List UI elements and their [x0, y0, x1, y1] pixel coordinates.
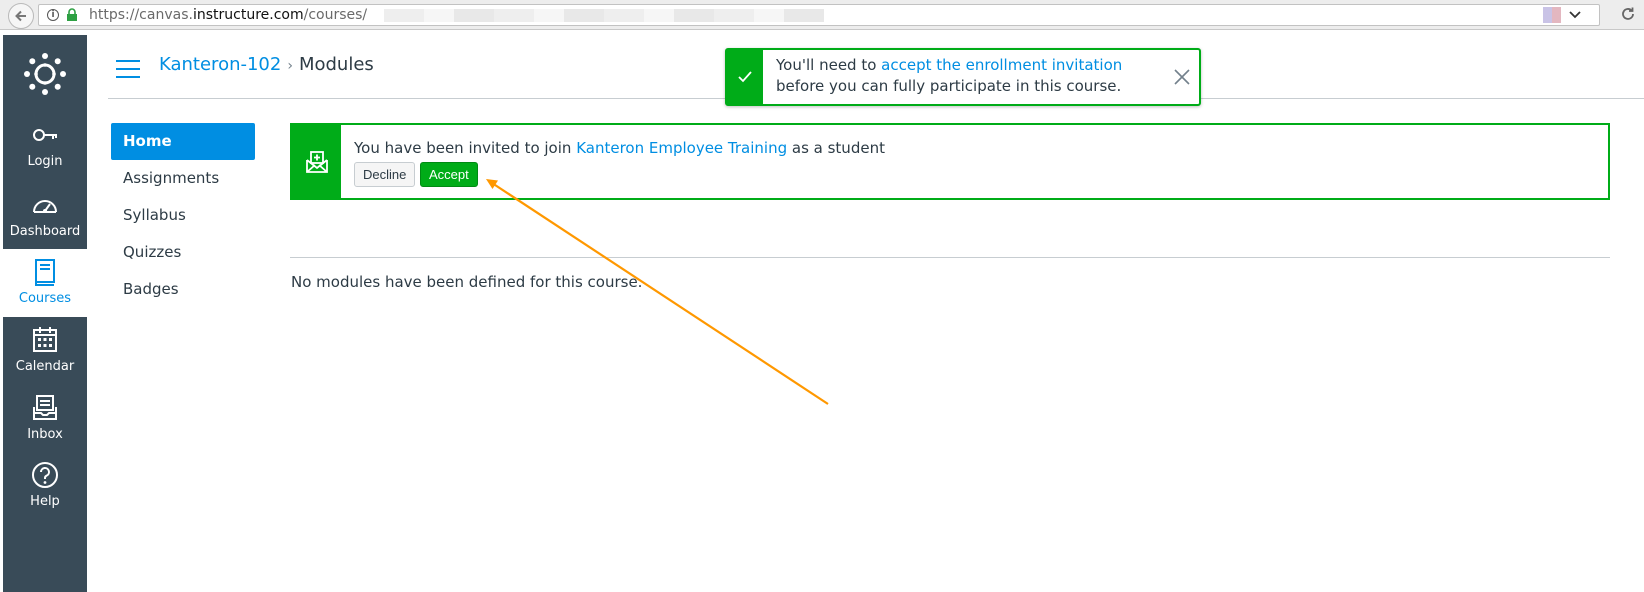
breadcrumb-separator: › — [287, 58, 293, 74]
breadcrumb: Kanteron-102 › Modules — [159, 54, 374, 75]
decline-button[interactable]: Decline — [354, 162, 416, 187]
course-navigation: Home Assignments Syllabus Quizzes Badges — [111, 123, 255, 308]
global-nav-login[interactable]: Login — [3, 112, 87, 180]
url-text: https://canvas.instructure.com/courses/ — [89, 7, 368, 23]
course-nav-assignments[interactable]: Assignments — [111, 160, 255, 197]
info-icon[interactable]: i — [47, 9, 59, 21]
global-nav-calendar[interactable]: Calendar — [3, 317, 87, 385]
global-nav-inbox[interactable]: Inbox — [3, 385, 87, 453]
back-arrow-icon — [15, 10, 26, 22]
global-nav-label: Login — [27, 154, 63, 169]
breadcrumb-current: Modules — [298, 54, 374, 75]
inbox-icon — [33, 395, 57, 420]
breadcrumb-course-link[interactable]: Kanteron-102 — [159, 54, 281, 75]
url-redacted — [384, 9, 824, 22]
modules-divider — [290, 257, 1610, 258]
envelope-invite-icon — [305, 150, 328, 173]
invitation-course-link[interactable]: Kanteron Employee Training — [576, 139, 787, 157]
accept-invitation-link[interactable]: accept the enrollment invitation — [881, 56, 1122, 74]
invitation-message: You have been invited to join Kanteron E… — [354, 139, 885, 157]
global-nav-label: Dashboard — [9, 224, 81, 239]
key-icon — [33, 129, 57, 141]
site-identity-icon — [1543, 7, 1561, 23]
calendar-icon — [33, 327, 57, 352]
global-nav-help[interactable]: Help — [3, 452, 87, 520]
flash-message: You'll need to accept the enrollment inv… — [776, 56, 1123, 95]
flash-notification: You'll need to accept the enrollment inv… — [725, 48, 1201, 106]
global-nav-label: Help — [30, 494, 60, 509]
modules-empty-message: No modules have been defined for this co… — [291, 273, 643, 291]
enrollment-invitation: You have been invited to join Kanteron E… — [290, 123, 1610, 200]
flash-icon-bar — [727, 50, 763, 104]
courses-icon — [35, 259, 55, 286]
lock-icon — [67, 8, 77, 21]
help-icon — [32, 462, 58, 488]
invitation-icon-bar — [292, 125, 341, 198]
global-nav-courses[interactable]: Courses — [3, 249, 87, 317]
global-nav-dashboard[interactable]: Dashboard — [3, 182, 87, 250]
address-bar-controls — [1543, 7, 1595, 23]
course-nav-badges[interactable]: Badges — [111, 271, 255, 308]
accept-button[interactable]: Accept — [420, 162, 478, 187]
browser-toolbar: i https://canvas.instructure.com/courses… — [0, 0, 1644, 30]
canvas-logo-icon[interactable] — [23, 52, 67, 96]
course-nav-home[interactable]: Home — [111, 123, 255, 160]
course-nav-quizzes[interactable]: Quizzes — [111, 234, 255, 271]
course-nav-syllabus[interactable]: Syllabus — [111, 197, 255, 234]
global-nav-label: Courses — [18, 291, 72, 306]
reload-icon[interactable] — [1620, 6, 1636, 22]
dashboard-icon — [33, 200, 57, 213]
global-nav-label: Calendar — [15, 359, 75, 374]
back-button[interactable] — [8, 3, 34, 29]
global-nav-label: Inbox — [27, 427, 63, 442]
hamburger-menu-icon[interactable] — [116, 60, 140, 78]
close-icon[interactable] — [1173, 68, 1191, 86]
checkmark-icon — [738, 71, 752, 83]
chevron-down-icon[interactable] — [1569, 11, 1581, 19]
global-navigation: Login Dashboard Courses Calendar Inbox H… — [3, 35, 87, 592]
address-bar[interactable]: i https://canvas.instructure.com/courses… — [38, 4, 1600, 26]
